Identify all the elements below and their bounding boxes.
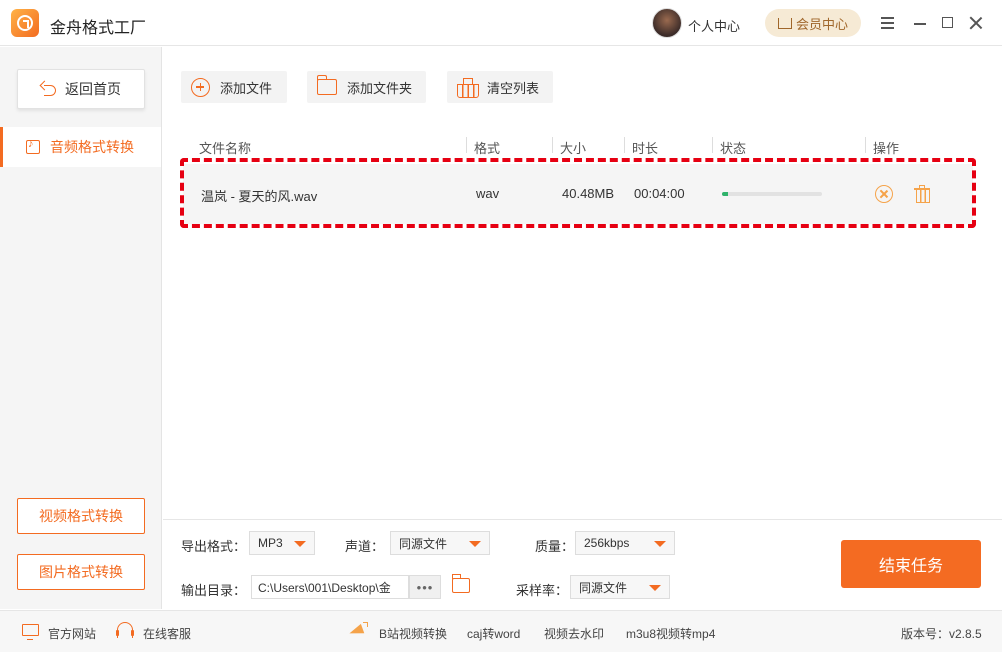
output-format-label: 导出格式：	[181, 539, 247, 554]
chevron-down-icon	[654, 541, 666, 547]
file-format: wav	[476, 186, 500, 201]
vip-center-label: 会员中心	[795, 16, 848, 32]
add-folder-button[interactable]: 添加文件夹	[307, 71, 426, 103]
conversion-progress-bar	[722, 192, 822, 196]
file-size: 40.48MB	[562, 186, 615, 201]
quality-value: 256kbps	[584, 536, 630, 550]
user-avatar[interactable]	[652, 8, 682, 38]
browse-button[interactable]: •••	[409, 575, 441, 599]
promo-link-watermark[interactable]: 视频去水印	[544, 625, 604, 642]
output-format-select[interactable]: MP3	[249, 531, 315, 555]
table-row[interactable]: 温岚 - 夏天的风.wav wav 40.48MB 00:04:00	[183, 164, 973, 224]
official-website-link[interactable]: 官方网站	[48, 625, 96, 642]
add-file-button[interactable]: 添加文件	[181, 71, 287, 103]
file-name: 温岚 - 夏天的风.wav	[201, 189, 318, 204]
cancel-icon[interactable]	[875, 185, 893, 203]
add-file-label: 添加文件	[220, 80, 273, 96]
version-label: 版本号：v2.8.5	[901, 627, 982, 641]
channel-select[interactable]: 同源文件	[390, 531, 490, 555]
add-folder-label: 添加文件夹	[347, 80, 413, 96]
quality-label: 质量：	[535, 539, 575, 554]
chevron-down-icon	[294, 541, 306, 547]
headset-icon	[116, 622, 134, 638]
file-duration: 00:04:00	[634, 186, 685, 201]
sidebar-item-label: 音频格式转换	[50, 139, 134, 155]
column-header-status: 状态	[720, 141, 747, 156]
monitor-icon	[22, 624, 39, 640]
output-format-value: MP3	[258, 536, 283, 550]
user-center-link[interactable]: 个人中心	[688, 16, 740, 35]
crown-icon	[777, 17, 792, 29]
sample-rate-label: 采样率：	[516, 583, 569, 598]
online-support-link[interactable]: 在线客服	[143, 625, 191, 642]
trash-icon[interactable]	[914, 185, 930, 203]
back-home-label: 返回首页	[65, 81, 121, 97]
quality-select[interactable]: 256kbps	[575, 531, 675, 555]
column-header-name: 文件名称	[199, 141, 252, 156]
column-header-actions: 操作	[873, 141, 900, 156]
video-convert-button[interactable]: 视频格式转换	[17, 498, 145, 534]
close-icon[interactable]	[966, 13, 986, 33]
maximize-icon[interactable]	[938, 13, 958, 33]
output-dir-label: 输出目录：	[181, 583, 247, 598]
clear-list-label: 清空列表	[487, 80, 540, 96]
back-home-button[interactable]: 返回首页	[17, 69, 145, 109]
folder-icon	[316, 75, 337, 95]
chevron-down-icon	[469, 541, 481, 547]
column-header-format: 格式	[474, 141, 501, 156]
back-arrow-icon	[41, 82, 57, 96]
promo-link-bilibili[interactable]: B站视频转换	[379, 625, 447, 642]
promo-link-m3u8[interactable]: m3u8视频转mp4	[626, 625, 715, 642]
sidebar: 返回首页 音频格式转换 视频格式转换 图片格式转换	[0, 47, 162, 609]
table-header: 文件名称 格式 大小 时长 状态 操作	[181, 135, 977, 157]
chevron-down-icon	[649, 585, 661, 591]
minimize-icon[interactable]	[910, 13, 930, 33]
promo-link-caj[interactable]: caj转word	[467, 625, 520, 642]
clear-list-button[interactable]: 清空列表	[447, 71, 553, 103]
end-task-button[interactable]: 结束任务	[841, 540, 981, 588]
channel-label: 声道：	[345, 539, 385, 554]
app-title: 金舟格式工厂	[50, 20, 147, 37]
vip-center-button[interactable]: 会员中心	[765, 9, 861, 37]
menu-icon[interactable]	[878, 13, 898, 33]
basket-icon	[457, 78, 479, 98]
output-dir-input[interactable]: C:\Users\001\Desktop\金	[251, 575, 409, 599]
plus-circle-icon	[191, 77, 210, 97]
open-folder-icon[interactable]	[451, 574, 470, 593]
sample-rate-select[interactable]: 同源文件	[570, 575, 670, 599]
app-logo-icon	[11, 9, 39, 37]
column-header-size: 大小	[560, 141, 587, 156]
title-bar: 金舟格式工厂 个人中心 会员中心	[0, 0, 1002, 46]
music-icon	[26, 138, 40, 154]
sidebar-item-audio-convert[interactable]: 音频格式转换	[0, 127, 161, 167]
image-convert-button[interactable]: 图片格式转换	[17, 554, 145, 590]
status-bar: 官方网站 在线客服 B站视频转换 caj转word 视频去水印 m3u8视频转m…	[0, 610, 1002, 652]
output-settings-panel: 导出格式： MP3 声道： 同源文件 质量： 256kbps 输出目录： C:\…	[163, 519, 1002, 609]
sample-rate-value: 同源文件	[579, 580, 628, 595]
column-header-duration: 时长	[632, 141, 659, 156]
channel-value: 同源文件	[399, 536, 448, 551]
megaphone-icon	[347, 622, 368, 640]
